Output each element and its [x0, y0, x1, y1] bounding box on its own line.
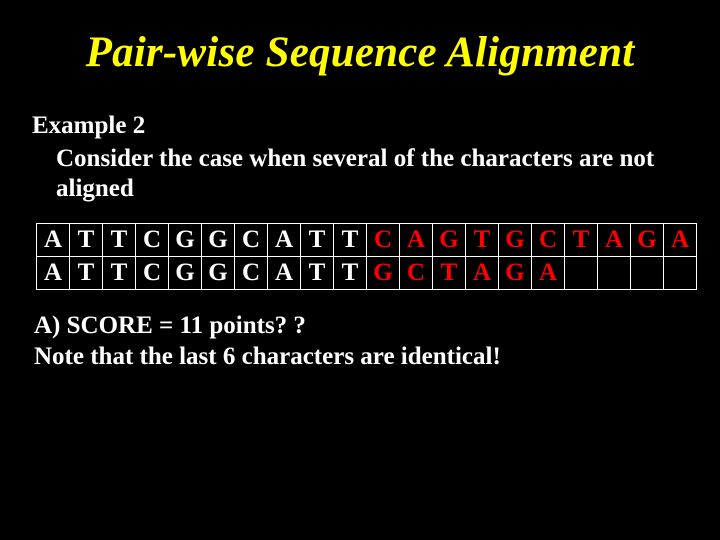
alignment-cell: T: [301, 256, 334, 289]
alignment-cell: G: [631, 223, 664, 256]
alignment-cell: A: [466, 256, 499, 289]
alignment-cell: A: [598, 223, 631, 256]
body-text: Example 2 Consider the case when several…: [32, 111, 688, 205]
alignment-cell: G: [169, 256, 202, 289]
alignment-cell: C: [532, 223, 565, 256]
alignment-table: ATTCGGCATTCAGTGCTAGAATTCGGCATTGCTAGA: [36, 223, 697, 290]
alignment-cell: T: [103, 223, 136, 256]
alignment-cell: [631, 256, 664, 289]
alignment-cell: G: [499, 223, 532, 256]
score-line: A) SCORE = 11 points? ?: [34, 310, 688, 341]
slide-title: Pair-wise Sequence Alignment: [32, 28, 688, 77]
alignment-cell: T: [301, 223, 334, 256]
alignment-cell: A: [37, 223, 70, 256]
alignment-cell: A: [268, 223, 301, 256]
example-label: Example 2: [32, 111, 688, 142]
alignment-cell: T: [103, 256, 136, 289]
alignment-cell: A: [400, 223, 433, 256]
alignment-cell: T: [466, 223, 499, 256]
alignment-cell: [598, 256, 631, 289]
alignment-cell: T: [70, 223, 103, 256]
note-line: Note that the last 6 characters are iden…: [34, 341, 688, 372]
alignment-cell: C: [136, 256, 169, 289]
alignment-cell: A: [664, 223, 697, 256]
alignment-row: ATTCGGCATTCAGTGCTAGA: [37, 223, 697, 256]
alignment-cell: G: [433, 223, 466, 256]
alignment-row: ATTCGGCATTGCTAGA: [37, 256, 697, 289]
alignment-cell: C: [400, 256, 433, 289]
alignment-cell: T: [334, 223, 367, 256]
alignment-cell: T: [334, 256, 367, 289]
example-description: Consider the case when several of the ch…: [56, 144, 688, 205]
alignment-cell: G: [202, 223, 235, 256]
slide: Pair-wise Sequence Alignment Example 2 C…: [0, 0, 720, 540]
alignment-cell: T: [565, 223, 598, 256]
alignment-cell: G: [202, 256, 235, 289]
alignment-cell: G: [169, 223, 202, 256]
alignment-cell: A: [268, 256, 301, 289]
alignment-cell: C: [235, 223, 268, 256]
alignment-cell: C: [136, 223, 169, 256]
alignment-cell: A: [37, 256, 70, 289]
alignment-cell: C: [367, 223, 400, 256]
alignment-cell: G: [367, 256, 400, 289]
alignment-cell: G: [499, 256, 532, 289]
alignment-cell: [565, 256, 598, 289]
score-block: A) SCORE = 11 points? ? Note that the la…: [34, 310, 688, 373]
alignment-cell: T: [433, 256, 466, 289]
alignment-cell: T: [70, 256, 103, 289]
alignment-cell: C: [235, 256, 268, 289]
alignment-cell: A: [532, 256, 565, 289]
alignment-cell: [664, 256, 697, 289]
